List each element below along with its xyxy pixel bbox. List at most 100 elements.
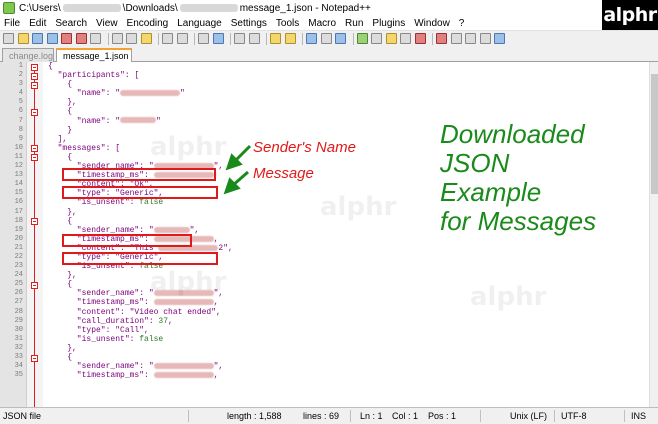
menu-language[interactable]: Language [173,18,227,29]
fold-toggle-icon[interactable] [31,281,38,289]
fold-toggle-icon[interactable] [31,354,38,362]
menu-search[interactable]: Search [51,18,92,29]
menu-settings[interactable]: Settings [227,18,272,29]
monitoring-icon[interactable] [414,33,426,44]
menu-plugins[interactable]: Plugins [368,18,410,29]
title-prefix: C:\Users\ [19,2,61,14]
code-line[interactable]: 32 }, [0,344,658,353]
code-line[interactable]: 29 "call_duration": 37, [0,317,658,326]
code-line[interactable]: 6 { [0,107,658,116]
save-macro-icon[interactable] [494,33,505,44]
line-number: 3 [18,80,23,89]
highlight-content-1 [62,186,218,199]
title-suffix: message_1.json - Notepad++ [239,2,371,14]
close-all-icon[interactable] [75,33,87,44]
redo-icon[interactable] [176,33,188,44]
code-line[interactable]: 26 "sender_name": " ", [0,289,658,298]
menu-macro[interactable]: Macro [304,18,341,29]
fold-toggle-icon[interactable] [31,81,38,89]
menu-file[interactable]: File [0,18,25,29]
folder-workspace-icon[interactable] [400,33,411,44]
zoom-in-icon[interactable] [234,33,245,44]
replace-icon[interactable] [212,33,224,44]
lang-define-icon[interactable] [356,33,368,44]
doc-map-icon[interactable] [371,33,382,44]
code-line[interactable]: 31 "is_unsent": false [0,335,658,344]
play-macro-icon[interactable] [465,33,476,44]
code-token: , [168,316,173,326]
line-number: 13 [14,171,23,180]
new-file-icon[interactable] [3,33,14,44]
copy-icon[interactable] [126,33,137,44]
stop-macro-icon[interactable] [450,33,462,44]
code-line[interactable]: 34 "sender_name": " ", [0,362,658,371]
menu-help[interactable]: ? [455,18,470,29]
menu-tools[interactable]: Tools [272,18,304,29]
code-token: ", [213,362,224,372]
code-text: "timestamp_ms": , [48,298,219,307]
fold-toggle-icon[interactable] [31,218,38,226]
vertical-scrollbar[interactable] [649,62,658,407]
fold-toggle-icon[interactable] [31,63,38,71]
code-line[interactable]: 3 { [0,80,658,89]
code-line[interactable]: 30 "type": "Call", [0,326,658,335]
code-token: "messages": [ [48,143,121,153]
zoom-out-icon[interactable] [248,33,260,44]
cut-icon[interactable] [111,33,123,44]
line-number: 21 [14,243,23,252]
code-line[interactable]: 27 "timestamp_ms": , [0,298,658,307]
menu-view[interactable]: View [92,18,123,29]
redacted-value [153,299,214,306]
status-ln: Ln : 1 [360,411,383,421]
menu-edit[interactable]: Edit [25,18,51,29]
function-list-icon[interactable] [385,33,397,44]
undo-icon[interactable] [162,33,173,44]
find-icon[interactable] [198,33,209,44]
save-icon[interactable] [32,33,43,44]
code-token: "call_duration": [48,316,159,326]
menu-window[interactable]: Window [410,18,455,29]
code-line[interactable]: 5 }, [0,98,658,107]
tab-message-json[interactable]: message_1.json [56,48,132,62]
code-line[interactable]: 25 { [0,280,658,289]
fold-toggle-icon[interactable] [31,154,38,162]
line-number: 28 [14,307,23,316]
tab-change-log[interactable]: change.log [2,48,54,62]
word-wrap-icon[interactable] [306,33,317,44]
record-macro-icon[interactable] [436,33,447,44]
save-all-icon[interactable] [46,33,58,44]
code-token: "name": " [48,116,121,126]
code-token: { [48,216,73,226]
code-line[interactable]: 4 "name": " " [0,89,658,98]
code-text: { [48,80,72,89]
show-all-chars-icon[interactable] [320,33,332,44]
menu-run[interactable]: Run [341,18,368,29]
code-line[interactable]: 2 "participants": [ [0,71,658,80]
code-token: "sender_name": " [48,362,154,372]
code-text: }, [48,344,77,353]
print-icon[interactable] [90,33,101,44]
code-line[interactable]: 35 "timestamp_ms": , [0,371,658,380]
sender-name-annotation: Sender's Name [253,139,356,156]
code-text: ], [48,134,68,144]
code-line[interactable]: 24 }, [0,271,658,280]
fold-toggle-icon[interactable] [31,72,38,80]
sync-horizontal-icon[interactable] [284,33,296,44]
fold-toggle-icon[interactable] [31,145,38,153]
fold-toggle-icon[interactable] [31,108,38,116]
sync-vertical-icon[interactable] [270,33,281,44]
menu-encoding[interactable]: Encoding [123,18,174,29]
code-line[interactable]: 28 "content": "Video chat ended", [0,308,658,317]
code-line[interactable]: 33 { [0,353,658,362]
paste-icon[interactable] [140,33,152,44]
line-number: 18 [14,216,23,225]
close-file-icon[interactable] [61,33,72,44]
line-number: 16 [14,198,23,207]
code-token: ], [48,134,68,144]
open-file-icon[interactable] [17,33,29,44]
scrollbar-thumb[interactable] [651,74,658,194]
code-line[interactable]: 1{ [0,62,658,71]
indent-guide-icon[interactable] [335,33,346,44]
run-macro-multiple-icon[interactable] [479,33,491,44]
code-text: { [48,107,72,116]
